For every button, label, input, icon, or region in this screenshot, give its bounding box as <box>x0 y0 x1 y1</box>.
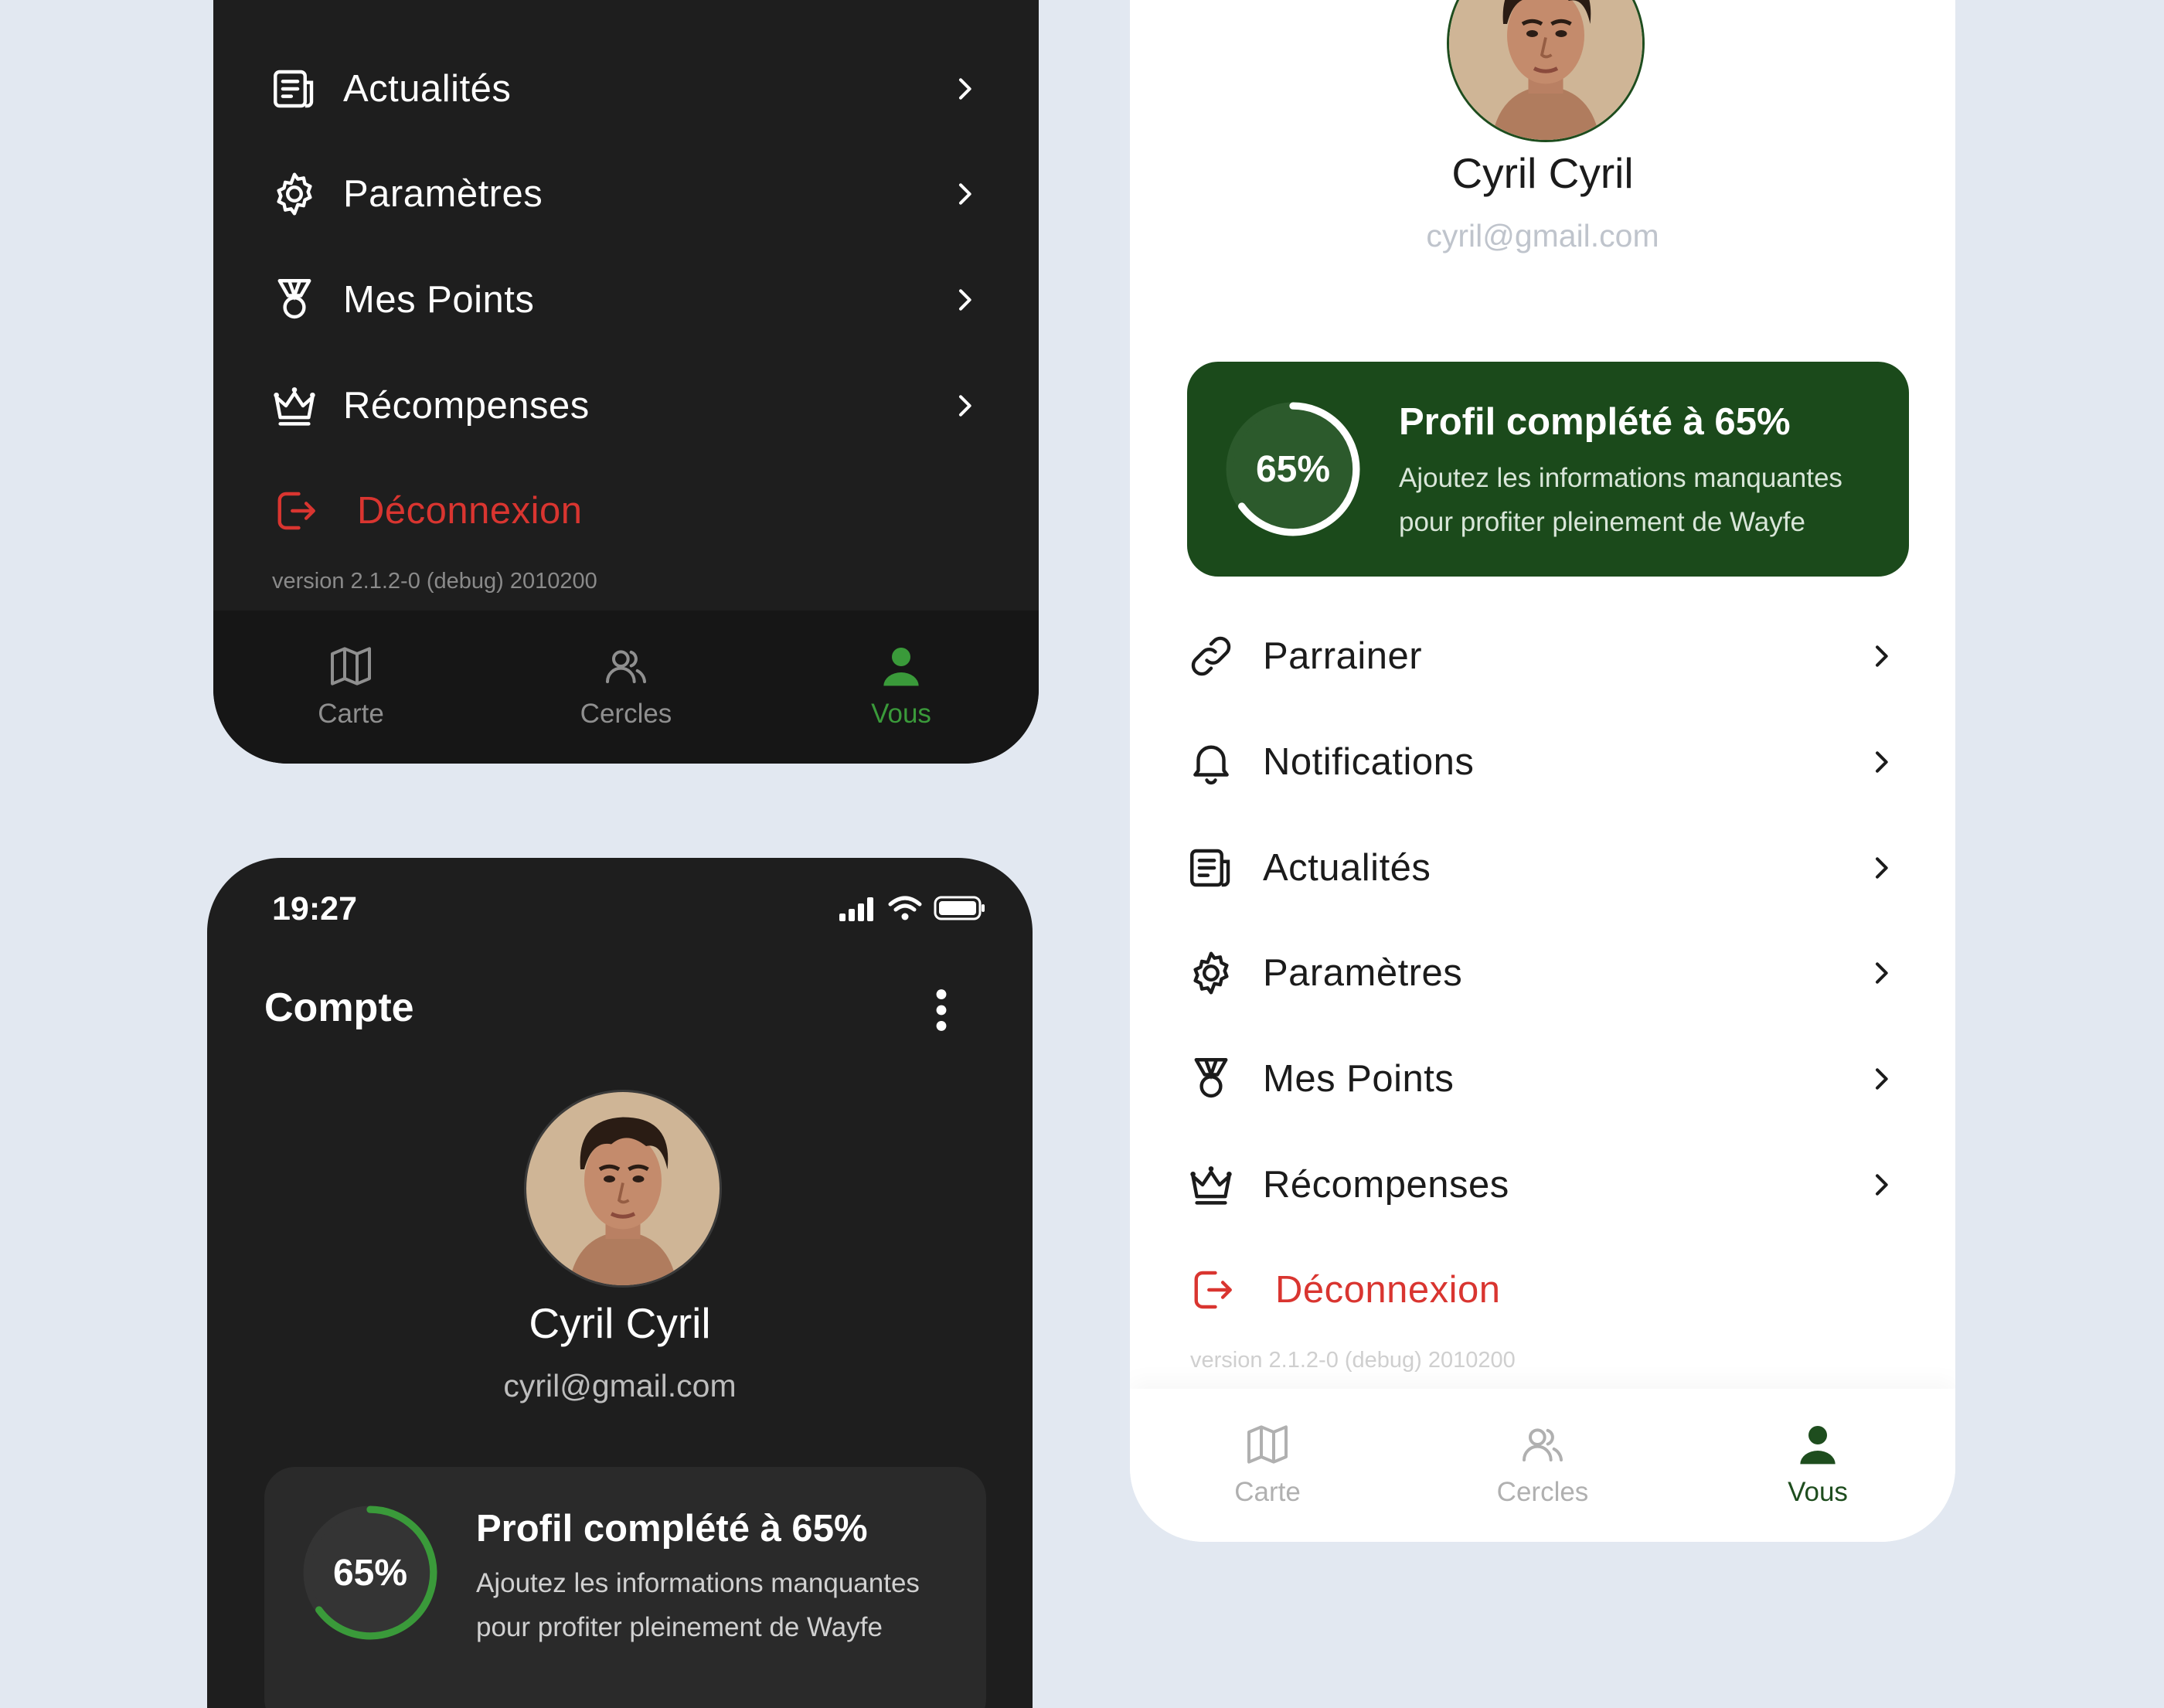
status-icons <box>838 895 986 921</box>
user-icon <box>1793 1420 1842 1469</box>
logout-label: Déconnexion <box>1275 1269 1501 1311</box>
card-title: Profil complété à 65% <box>476 1508 868 1550</box>
card-description-line2: pour profiter pleinement de Wayfe <box>476 1612 883 1642</box>
battery-icon <box>934 896 985 920</box>
chevron-right-icon <box>1866 1063 1897 1094</box>
chevron-right-icon <box>1866 852 1897 883</box>
menu-item-label: Mes Points <box>343 279 535 321</box>
crown-icon <box>269 380 320 431</box>
logout-icon <box>1186 1264 1237 1315</box>
tab-bar: Carte Cercles Vous <box>213 611 1039 764</box>
status-bar: 19:27 <box>272 890 986 937</box>
crown-icon <box>1186 1159 1237 1210</box>
menu-item-actualites[interactable]: Actualités <box>1130 825 1955 910</box>
menu-item-notifications[interactable]: Notifications <box>1130 720 1955 805</box>
tab-carte[interactable]: Carte <box>1130 1389 1405 1542</box>
map-icon <box>1243 1420 1292 1469</box>
dark-account-screen: 19:27 Compte Cyril Cyril cyril@gmail.com… <box>207 858 1033 1708</box>
map-icon <box>326 641 376 691</box>
status-time: 19:27 <box>272 890 357 927</box>
tab-label: Cercles <box>1496 1477 1589 1507</box>
chevron-right-icon <box>949 284 980 315</box>
menu-item-label: Paramètres <box>343 173 543 215</box>
card-description-line1: Ajoutez les informations manquantes <box>476 1568 920 1598</box>
card-description-line2: pour profiter pleinement de Wayfe <box>1399 507 1805 537</box>
gear-icon <box>269 168 320 219</box>
user-icon <box>876 641 926 691</box>
tab-vous[interactable]: Vous <box>764 611 1039 764</box>
menu-item-label: Récompenses <box>343 385 590 427</box>
tab-label: Carte <box>318 699 384 729</box>
link-icon <box>1186 631 1237 682</box>
version-text: version 2.1.2-0 (debug) 2010200 <box>272 569 597 594</box>
tab-cercles[interactable]: Cercles <box>488 611 764 764</box>
dark-menu-screen: Actualités Paramètres Mes Points Récompe… <box>213 0 1039 764</box>
menu-item-mes-points[interactable]: Mes Points <box>1130 1036 1955 1121</box>
logout-icon <box>269 485 320 536</box>
avatar <box>1447 0 1645 142</box>
menu-item-label: Mes Points <box>1263 1058 1455 1100</box>
chevron-right-icon <box>1866 641 1897 672</box>
version-text: version 2.1.2-0 (debug) 2010200 <box>1190 1348 1516 1373</box>
tab-bar: Carte Cercles Vous <box>1130 1389 1955 1542</box>
tab-label: Carte <box>1234 1477 1301 1507</box>
profile-name: Cyril Cyril <box>529 1299 711 1347</box>
logout-button[interactable]: Déconnexion <box>213 468 1039 553</box>
newspaper-icon <box>269 63 320 114</box>
users-icon <box>1518 1420 1567 1469</box>
chevron-right-icon <box>949 390 980 421</box>
more-options-icon[interactable] <box>918 983 965 1037</box>
light-account-screen: Cyril Cyril cyril@gmail.com 65% Profil c… <box>1130 0 1955 1542</box>
wifi-icon <box>888 896 922 920</box>
card-title: Profil complété à 65% <box>1399 401 1791 443</box>
tab-cercles[interactable]: Cercles <box>1405 1389 1680 1542</box>
menu-item-label: Actualités <box>343 68 512 110</box>
newspaper-icon <box>1186 842 1237 893</box>
menu-item-actualites[interactable]: Actualités <box>213 46 1039 131</box>
profile-email: cyril@gmail.com <box>503 1368 737 1403</box>
page-title: Compte <box>264 985 414 1030</box>
chevron-right-icon <box>949 179 980 209</box>
medal-icon <box>269 274 320 325</box>
tab-label: Vous <box>1788 1477 1848 1507</box>
menu-item-parametres[interactable]: Paramètres <box>1130 931 1955 1016</box>
profile-name: Cyril Cyril <box>1451 149 1634 197</box>
menu-item-label: Notifications <box>1263 741 1475 783</box>
menu-item-label: Récompenses <box>1263 1164 1509 1206</box>
menu-item-parametres[interactable]: Paramètres <box>213 151 1039 236</box>
chevron-right-icon <box>1866 1169 1897 1200</box>
medal-icon <box>1186 1053 1237 1104</box>
menu-item-recompenses[interactable]: Récompenses <box>213 363 1039 448</box>
menu-item-label: Paramètres <box>1263 952 1463 994</box>
bell-icon <box>1186 737 1237 788</box>
profile-completion-card[interactable]: 65% Profil complété à 65% Ajoutez les in… <box>1187 362 1909 577</box>
signal-icon <box>839 897 873 921</box>
menu-item-label: Parrainer <box>1263 635 1423 677</box>
gear-icon <box>1186 948 1237 999</box>
menu-item-label: Actualités <box>1263 847 1431 889</box>
progress-percent: 65% <box>332 1552 408 1594</box>
tab-label: Vous <box>871 699 931 729</box>
chevron-right-icon <box>949 73 980 104</box>
tab-vous[interactable]: Vous <box>1680 1389 1955 1542</box>
tab-carte[interactable]: Carte <box>213 611 488 764</box>
card-description-line1: Ajoutez les informations manquantes <box>1399 463 1842 493</box>
chevron-right-icon <box>1866 747 1897 777</box>
chevron-right-icon <box>1866 958 1897 988</box>
logout-button[interactable]: Déconnexion <box>1130 1247 1955 1332</box>
users-icon <box>601 641 651 691</box>
profile-completion-card[interactable]: 65% Profil complété à 65% Ajoutez les in… <box>264 1467 986 1708</box>
logout-label: Déconnexion <box>357 490 583 532</box>
menu-item-parrainer[interactable]: Parrainer <box>1130 614 1955 699</box>
tab-label: Cercles <box>580 699 672 729</box>
menu-item-mes-points[interactable]: Mes Points <box>213 257 1039 342</box>
menu-item-recompenses[interactable]: Récompenses <box>1130 1142 1955 1227</box>
progress-percent: 65% <box>1255 448 1331 490</box>
profile-email: cyril@gmail.com <box>1426 218 1659 253</box>
avatar <box>524 1090 722 1288</box>
